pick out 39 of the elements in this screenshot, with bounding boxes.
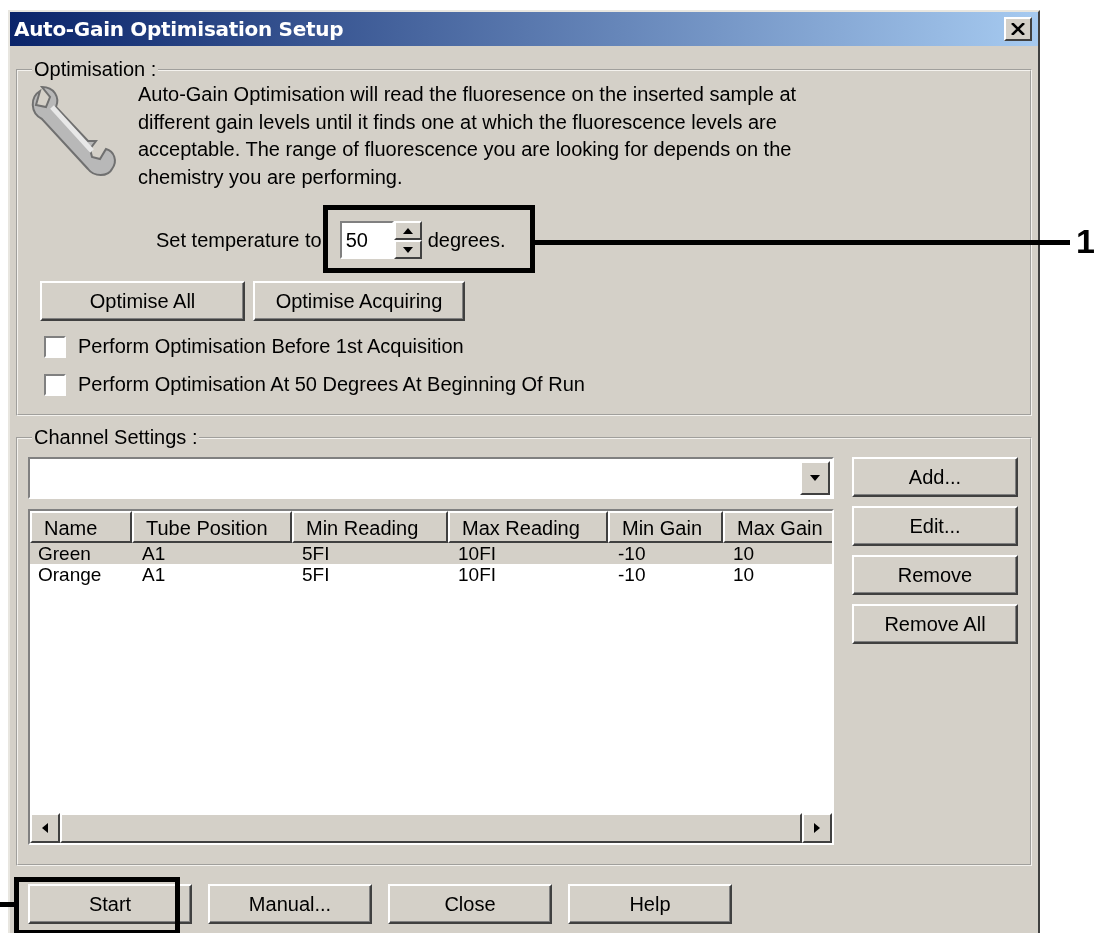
checkbox-label: Perform Optimisation Before 1st Acquisition — [78, 335, 464, 358]
window-title: Auto-Gain Optimisation Setup — [14, 17, 344, 41]
channel-button[interactable]: Remove — [852, 555, 1018, 595]
table-cell-text: 5FI — [301, 564, 331, 585]
channel-button[interactable]: Edit... — [852, 506, 1018, 546]
optimise-button[interactable]: Optimise Acquiring — [253, 281, 465, 321]
dialog-button[interactable]: Start — [28, 884, 192, 924]
channel-button[interactable]: Remove All — [852, 604, 1018, 644]
table-cell-text: 10 — [732, 564, 756, 585]
degrees-label: degrees. — [427, 228, 506, 252]
dialog-button[interactable]: Close — [388, 884, 552, 924]
table-cell-text: 10FI — [457, 543, 498, 564]
table-cell-text: -10 — [617, 543, 647, 564]
table-cell-text: 10FI — [457, 564, 498, 585]
callout-label: 1 — [1076, 222, 1095, 261]
optimise-button[interactable]: Optimise All — [40, 281, 245, 321]
table-cell-text: A1 — [141, 543, 167, 564]
checkbox-label: Perform Optimisation At 50 Degrees At Beginning Of Run — [78, 373, 585, 396]
column-header[interactable]: Min Gain — [608, 511, 723, 543]
table-cell-text: Green — [37, 543, 92, 564]
column-header[interactable]: Name — [30, 511, 132, 543]
column-header[interactable]: Max Gain — [723, 511, 832, 543]
temperature-label: Set temperature to — [156, 228, 322, 252]
channel-row[interactable]: Green A1 5FI 10FI -10 10 — [30, 543, 832, 564]
description-text: Auto-Gain Optimisation will read the fluoresence on the inserted sample at different gain levels until it finds one at which the fluorescence levels are acceptable. The range of fluorescence you are looking for depends on the chemistry you are performing. — [138, 82, 798, 190]
dialog-button[interactable]: Manual... — [208, 884, 372, 924]
group-label: Channel Settings : — [33, 426, 199, 449]
group-label: Optimisation : — [33, 58, 158, 81]
temperature-field[interactable]: 50 — [339, 221, 394, 259]
dialog-button[interactable]: Help — [568, 884, 732, 924]
table-cell-text: 5FI — [301, 543, 331, 564]
column-header[interactable]: Max Reading — [448, 511, 608, 543]
table-cell-text: 10 — [732, 543, 756, 564]
table-cell-text: A1 — [141, 564, 167, 585]
table-cell-text: -10 — [617, 564, 647, 585]
column-header[interactable]: Min Reading — [292, 511, 448, 543]
table-cell-text: Orange — [37, 564, 103, 585]
column-header[interactable]: Tube Position — [132, 511, 292, 543]
channel-button[interactable]: Add... — [852, 457, 1018, 497]
